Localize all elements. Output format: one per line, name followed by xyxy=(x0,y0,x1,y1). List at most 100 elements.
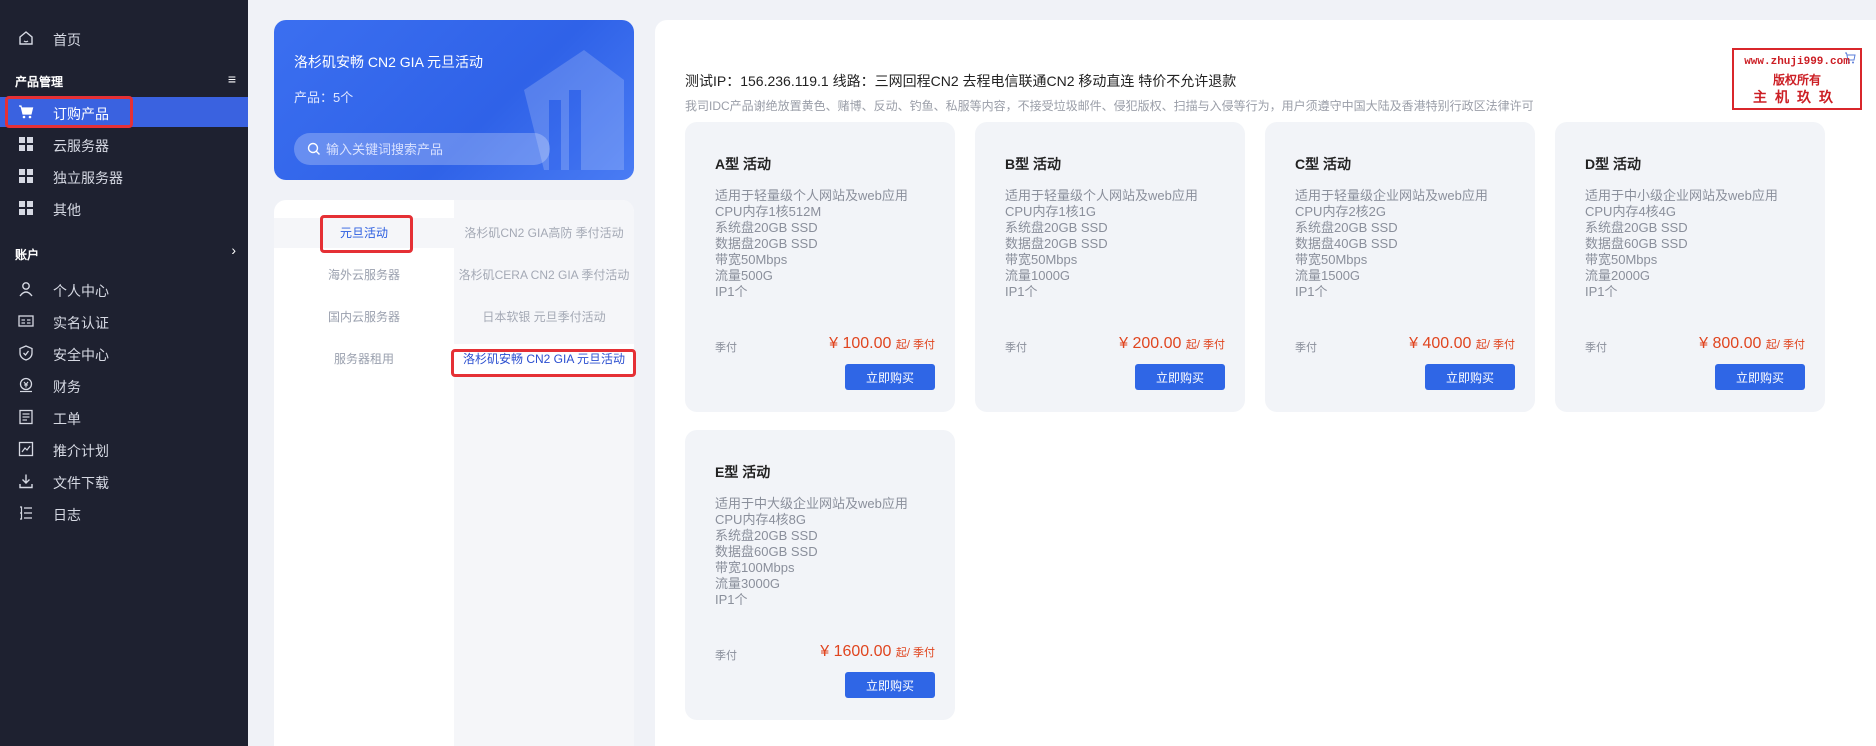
price-amount: ¥ 800.00 xyxy=(1699,335,1762,352)
subcategory-item[interactable]: 日本软银 元旦季付活动 xyxy=(454,302,634,332)
sidebar-item-security[interactable]: 安全中心 xyxy=(0,338,248,368)
shield-icon xyxy=(19,345,33,361)
spec-line: 带宽50Mbps xyxy=(1005,252,1078,267)
spec-line: 适用于轻量级个人网站及web应用 xyxy=(715,188,908,203)
product-specs: 适用于轻量级个人网站及web应用 CPU内存1核1G 系统盘20GB SSD 数… xyxy=(1005,188,1198,300)
buy-now-button[interactable]: 立即购买 xyxy=(845,364,935,390)
product-specs: 适用于中大级企业网站及web应用 CPU内存4核8G 系统盘20GB SSD 数… xyxy=(715,496,908,608)
watermark-brand: 主机玖玖 xyxy=(1753,90,1841,106)
spec-line: 适用于中大级企业网站及web应用 xyxy=(715,496,908,511)
sidebar-item-home[interactable]: 首页 xyxy=(0,23,248,53)
category-item-domestic-cloud[interactable]: 国内云服务器 xyxy=(274,302,454,332)
spec-line: IP1个 xyxy=(1005,284,1038,299)
product-specs: 适用于轻量级个人网站及web应用 CPU内存1核512M 系统盘20GB SSD… xyxy=(715,188,908,300)
billing-cycle: 季付 xyxy=(715,650,737,662)
billing-cycle: 季付 xyxy=(1585,342,1607,354)
price-unit: 起/ 季付 xyxy=(895,339,935,351)
price-unit: 起/ 季付 xyxy=(895,647,935,659)
spec-line: IP1个 xyxy=(715,592,748,607)
sidebar-item-cloud-server[interactable]: 云服务器 xyxy=(0,129,248,159)
spec-line: IP1个 xyxy=(1295,284,1328,299)
menu-icon[interactable]: ≡ xyxy=(228,71,236,87)
buy-now-button[interactable]: 立即购买 xyxy=(845,672,935,698)
search-icon xyxy=(307,142,320,155)
sidebar-item-downloads[interactable]: 文件下载 xyxy=(0,466,248,496)
spec-line: CPU内存1核512M xyxy=(715,204,822,219)
home-icon xyxy=(19,31,33,45)
buy-now-button[interactable]: 立即购买 xyxy=(1425,364,1515,390)
spec-line: IP1个 xyxy=(715,284,748,299)
sidebar-item-logs[interactable]: 日志 xyxy=(0,498,248,528)
sidebar: 首页 产品管理 ≡ 订购产品 云服务器 独立服务器 其他 账户 › 个人中心 实… xyxy=(0,0,248,746)
search-box[interactable] xyxy=(294,133,550,165)
sidebar-item-label: 安全中心 xyxy=(53,347,109,363)
download-icon xyxy=(19,474,33,489)
id-card-icon xyxy=(18,315,34,327)
spec-line: 流量3000G xyxy=(715,576,781,591)
spec-line: 系统盘20GB SSD xyxy=(1295,220,1398,235)
spec-line: 系统盘20GB SSD xyxy=(1005,220,1108,235)
billing-cycle: 季付 xyxy=(715,342,737,354)
product-price: ¥ 400.00 起/ 季付 xyxy=(1409,335,1515,353)
product-specs: 适用于中小级企业网站及web应用 CPU内存4核4G 系统盘20GB SSD 数… xyxy=(1585,188,1778,300)
user-icon xyxy=(19,282,33,297)
spec-line: 系统盘20GB SSD xyxy=(715,528,818,543)
product-price: ¥ 800.00 起/ 季付 xyxy=(1699,335,1805,353)
sidebar-item-label: 文件下载 xyxy=(53,475,109,491)
product-title: B型 活动 xyxy=(1005,156,1061,172)
watermark-copyright: 版权所有 xyxy=(1772,73,1821,87)
section-title-account: 账户 xyxy=(15,248,40,262)
spec-line: 适用于轻量级企业网站及web应用 xyxy=(1295,188,1488,203)
billing-cycle: 季付 xyxy=(1295,342,1317,354)
sidebar-item-dedicated-server[interactable]: 独立服务器 xyxy=(0,161,248,191)
chevron-right-icon[interactable]: › xyxy=(231,242,236,258)
spec-line: 系统盘20GB SSD xyxy=(715,220,818,235)
subcategory-item[interactable]: 洛杉矶CN2 GIA高防 季付活动 xyxy=(454,218,634,248)
sidebar-item-finance[interactable]: 财务 xyxy=(0,370,248,400)
spec-line: CPU内存4核4G xyxy=(1585,204,1677,219)
price-amount: ¥ 1600.00 xyxy=(820,643,892,660)
search-input[interactable] xyxy=(326,139,536,159)
price-unit: 起/ 季付 xyxy=(1185,339,1225,351)
product-card: B型 活动 适用于轻量级个人网站及web应用 CPU内存1核1G 系统盘20GB… xyxy=(975,122,1245,412)
product-title: C型 活动 xyxy=(1295,156,1351,172)
product-specs: 适用于轻量级企业网站及web应用 CPU内存2核2G 系统盘20GB SSD 数… xyxy=(1295,188,1488,300)
sidebar-item-verification[interactable]: 实名认证 xyxy=(0,306,248,336)
billing-cycle: 季付 xyxy=(1005,342,1027,354)
sidebar-item-label: 推介计划 xyxy=(53,443,109,459)
sidebar-item-personal-center[interactable]: 个人中心 xyxy=(0,274,248,304)
product-title: E型 活动 xyxy=(715,464,771,480)
sidebar-item-label: 其他 xyxy=(53,202,81,218)
spec-line: 适用于中小级企业网站及web应用 xyxy=(1585,188,1778,203)
sidebar-item-tickets[interactable]: 工单 xyxy=(0,402,248,432)
spec-line: 流量2000G xyxy=(1585,268,1651,283)
category-item-server-rental[interactable]: 服务器租用 xyxy=(274,344,454,374)
product-price: ¥ 1600.00 起/ 季付 xyxy=(820,643,935,661)
usage-notice: 我司IDC产品谢绝放置黄色、赌博、反动、钓鱼、私服等内容，不接受垃圾邮件、侵犯版… xyxy=(685,99,1534,113)
section-title-products: 产品管理 xyxy=(15,75,64,89)
test-ip-info: 测试IP：156.236.119.1 线路：三网回程CN2 去程电信联通CN2 … xyxy=(685,73,1237,89)
category-item-overseas-cloud[interactable]: 海外云服务器 xyxy=(274,260,454,290)
watermark-logo: www.zhuji999.com 版权所有 主机玖玖 xyxy=(1732,48,1862,110)
price-amount: ¥ 100.00 xyxy=(829,335,892,352)
spec-line: 数据盘20GB SSD xyxy=(1005,236,1108,251)
buy-now-button[interactable]: 立即购买 xyxy=(1715,364,1805,390)
highlight-box xyxy=(320,215,413,253)
product-card: A型 活动 适用于轻量级个人网站及web应用 CPU内存1核512M 系统盘20… xyxy=(685,122,955,412)
price-amount: ¥ 200.00 xyxy=(1119,335,1182,352)
price-amount: ¥ 400.00 xyxy=(1409,335,1472,352)
subcategory-item[interactable]: 洛杉矶CERA CN2 GIA 季付活动 xyxy=(454,260,634,290)
category-panel: 元旦活动 海外云服务器 国内云服务器 服务器租用 洛杉矶CN2 GIA高防 季付… xyxy=(274,200,634,746)
product-price: ¥ 100.00 起/ 季付 xyxy=(829,335,935,353)
sidebar-item-other[interactable]: 其他 xyxy=(0,193,248,223)
sidebar-item-label: 工单 xyxy=(53,411,81,427)
sidebar-item-label: 首页 xyxy=(53,32,81,48)
watermark-url: www.zhuji999.com xyxy=(1744,56,1850,68)
sidebar-item-label: 财务 xyxy=(53,379,81,395)
highlight-box xyxy=(5,96,133,128)
product-card: E型 活动 适用于中大级企业网站及web应用 CPU内存4核8G 系统盘20GB… xyxy=(685,430,955,720)
price-unit: 起/ 季付 xyxy=(1765,339,1805,351)
buy-now-button[interactable]: 立即购买 xyxy=(1135,364,1225,390)
product-price: ¥ 200.00 起/ 季付 xyxy=(1119,335,1225,353)
sidebar-item-referral[interactable]: 推介计划 xyxy=(0,434,248,464)
